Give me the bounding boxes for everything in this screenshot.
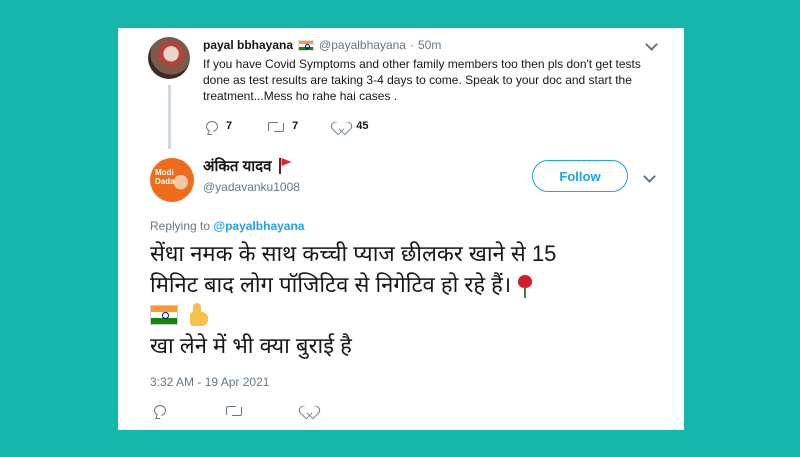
india-flag-icon bbox=[298, 39, 315, 51]
thread-line bbox=[168, 85, 171, 149]
main-text-line-1: सेंधा नमक के साथ कच्ची प्याज छीलकर खाने … bbox=[150, 241, 557, 266]
retweet-icon bbox=[226, 405, 242, 416]
reply-button[interactable]: 7 bbox=[206, 120, 232, 132]
parent-handle[interactable]: @payalbhayana bbox=[319, 38, 406, 52]
replying-to: Replying to @payalbhayana bbox=[150, 219, 304, 233]
reply-count: 7 bbox=[226, 120, 233, 132]
like-count: 45 bbox=[356, 120, 369, 132]
main-text-line-4: खा लेने में भी क्या बुराई है bbox=[150, 333, 352, 358]
parent-display-name[interactable]: payal bbhayana bbox=[203, 38, 293, 52]
parent-tweet-text: If you have Covid Symptoms and other fam… bbox=[203, 57, 641, 103]
chevron-down-icon[interactable] bbox=[645, 38, 658, 51]
reply-icon bbox=[206, 120, 218, 132]
parent-avatar[interactable] bbox=[148, 37, 190, 79]
retweet-count: 7 bbox=[292, 120, 299, 132]
main-text-line-2: मिनिट बाद लोग पॉजिटिव से निगेटिव हो रहे … bbox=[150, 272, 512, 297]
like-icon bbox=[334, 120, 348, 132]
retweet-button[interactable] bbox=[226, 405, 242, 416]
reply-button[interactable] bbox=[154, 404, 166, 416]
follow-button[interactable]: Follow bbox=[532, 160, 628, 192]
reply-icon bbox=[154, 404, 166, 416]
like-button[interactable] bbox=[302, 404, 316, 416]
main-action-bar bbox=[154, 404, 376, 416]
tweet-timestamp[interactable]: 3:32 AM - 19 Apr 2021 bbox=[150, 375, 269, 389]
main-handle[interactable]: @yadavanku1008 bbox=[203, 180, 300, 194]
like-icon bbox=[302, 404, 316, 416]
thumbs-up-icon bbox=[184, 303, 210, 327]
main-tweet-text: सेंधा नमक के साथ कच्ची प्याज छीलकर खाने … bbox=[150, 238, 650, 361]
main-author-row: अंकित यादव bbox=[203, 156, 293, 176]
parent-action-bar: 7 7 45 bbox=[206, 120, 405, 132]
avatar-text: Modi Dada bbox=[155, 168, 175, 186]
emoji-line bbox=[150, 300, 650, 330]
separator-dot: · bbox=[409, 38, 414, 52]
retweet-icon bbox=[268, 121, 285, 132]
red-flag-icon bbox=[279, 158, 293, 174]
like-button[interactable]: 45 bbox=[334, 120, 368, 132]
rose-icon bbox=[515, 273, 535, 299]
main-display-name[interactable]: अंकित यादव bbox=[203, 156, 271, 176]
tweet-card: payal bbhayana @payalbhayana · 50m If yo… bbox=[118, 28, 684, 430]
retweet-button[interactable]: 7 bbox=[268, 120, 298, 132]
parent-time[interactable]: 50m bbox=[418, 38, 441, 52]
replying-prefix: Replying to bbox=[150, 219, 211, 233]
parent-author-row: payal bbhayana @payalbhayana · 50m bbox=[203, 38, 441, 52]
replying-to-link[interactable]: @payalbhayana bbox=[213, 219, 304, 233]
main-avatar[interactable]: Modi Dada bbox=[150, 158, 194, 202]
india-flag-icon bbox=[150, 305, 178, 325]
chevron-down-icon[interactable] bbox=[643, 170, 656, 183]
